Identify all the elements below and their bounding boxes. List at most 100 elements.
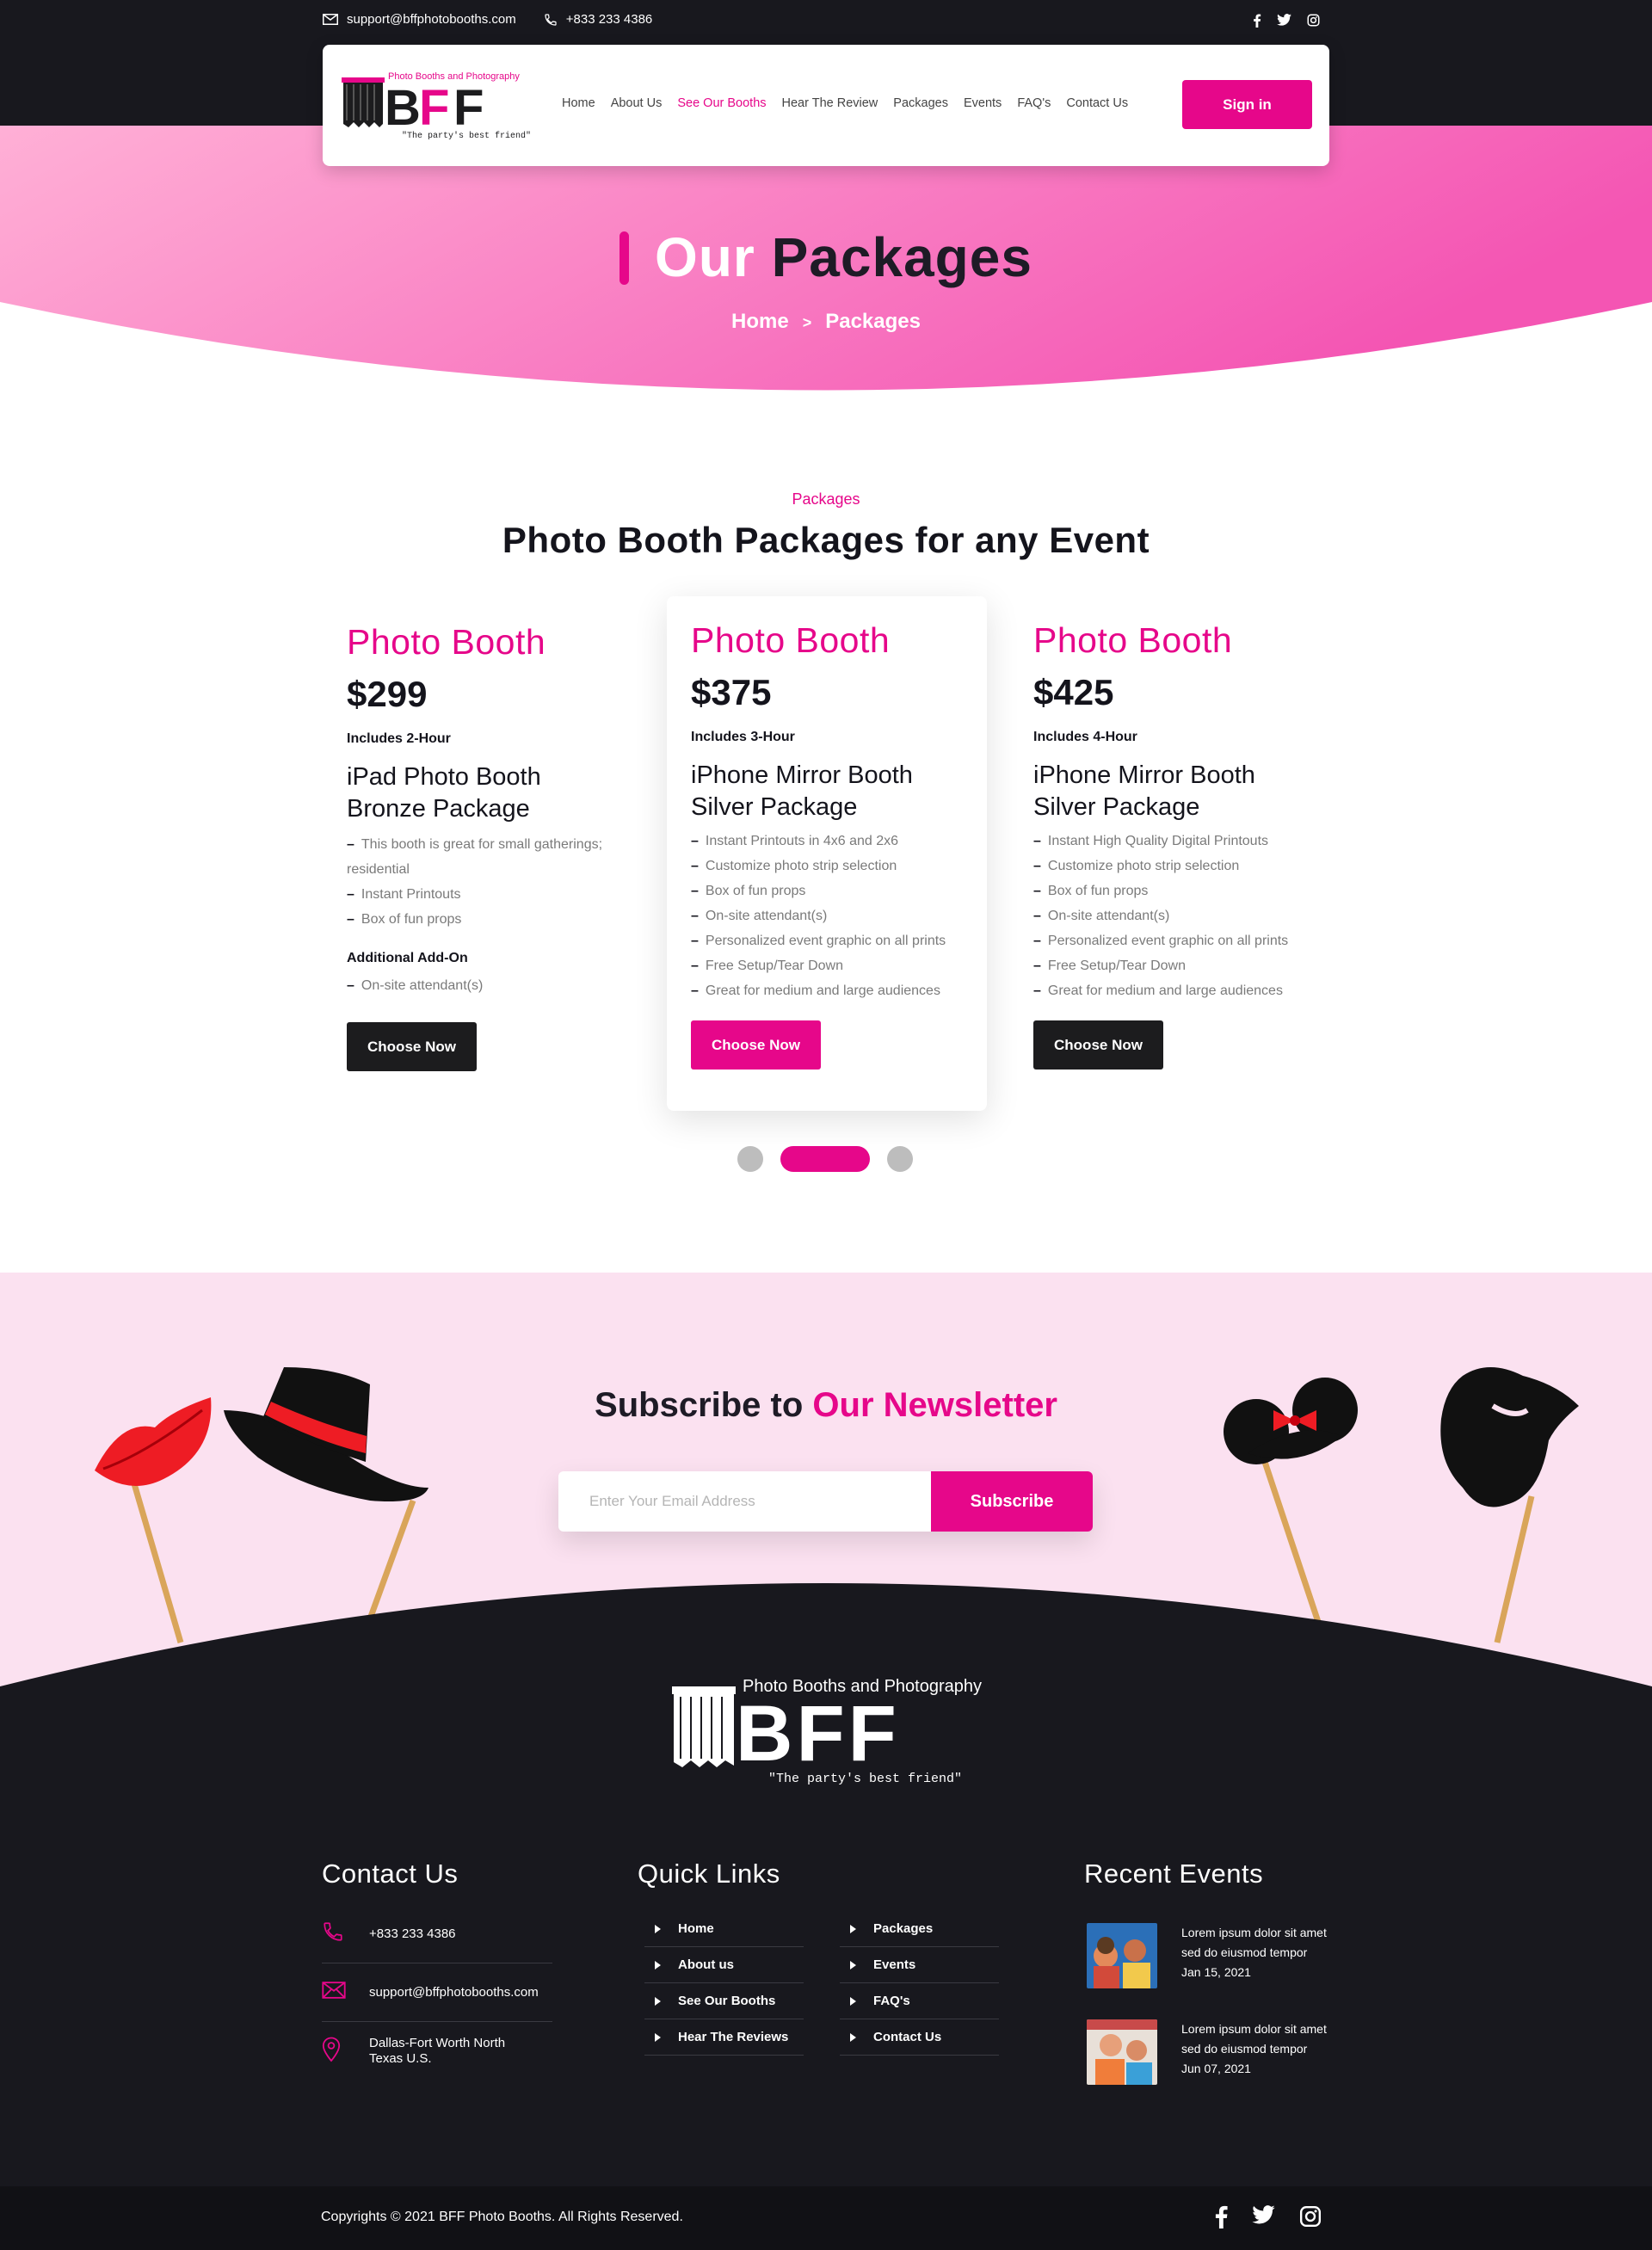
svg-text:BFF: BFF xyxy=(736,1690,900,1778)
package-includes: Includes 3-Hour xyxy=(691,730,795,744)
footer-link-contact-us[interactable]: Contact Us xyxy=(840,2019,999,2056)
page-title-word2: Packages xyxy=(771,226,1032,288)
package-name-line1: iPad Photo Booth xyxy=(347,763,541,791)
package-includes: Includes 2-Hour xyxy=(347,731,451,746)
event-title-line1: Lorem ipsum dolor sit amet xyxy=(1181,1926,1327,1939)
choose-now-button[interactable]: Choose Now xyxy=(691,1020,821,1070)
package-name-line2: Silver Package xyxy=(1033,793,1200,821)
recent-event-item[interactable]: Lorem ipsum dolor sit amet sed do eiusmo… xyxy=(1087,1923,1336,1988)
breadcrumb-home[interactable]: Home xyxy=(731,310,789,333)
footer-link-faqs[interactable]: FAQ's xyxy=(840,1983,999,2019)
twitter-icon[interactable] xyxy=(1252,2205,1275,2224)
footer-email[interactable]: support@bffphotobooths.com xyxy=(322,1963,552,2022)
main-navbar: Photo Booths and Photography B F F "The … xyxy=(323,45,1329,166)
breadcrumb-current: Packages xyxy=(825,310,921,333)
top-email-text: support@bffphotobooths.com xyxy=(347,12,516,27)
package-card-silver-3h: Photo Booth $375 Includes 3-Hour iPhone … xyxy=(667,596,987,1111)
subscribe-button[interactable]: Subscribe xyxy=(931,1471,1093,1532)
nav-item-events[interactable]: Events xyxy=(964,96,1002,110)
feature-item: Great for medium and large audiences xyxy=(691,978,983,1003)
nav-item-contact-us[interactable]: Contact Us xyxy=(1066,96,1128,110)
feature-item: Instant Printouts xyxy=(347,882,639,907)
nav-item-about-us[interactable]: About Us xyxy=(611,96,663,110)
event-date: Jan 15, 2021 xyxy=(1181,1965,1251,1979)
nav-item-see-our-booths[interactable]: See Our Booths xyxy=(677,96,766,110)
nav-item-home[interactable]: Home xyxy=(562,96,595,110)
package-title: Photo Booth xyxy=(691,620,891,660)
package-price: $299 xyxy=(347,674,428,714)
logo-tagline-bottom: "The party's best friend" xyxy=(402,131,531,141)
carousel-dot-1[interactable] xyxy=(737,1146,763,1172)
mail-icon xyxy=(322,1982,346,1999)
package-features: Instant High Quality Digital Printouts C… xyxy=(1033,829,1326,1003)
footer-link-label: Contact Us xyxy=(873,2030,942,2044)
facebook-icon[interactable] xyxy=(1215,2205,1228,2228)
feature-item: Box of fun props xyxy=(347,907,639,932)
feature-item: Free Setup/Tear Down xyxy=(691,953,983,978)
newsletter-form: Subscribe xyxy=(558,1471,1093,1532)
feature-item: Customize photo strip selection xyxy=(1033,854,1326,878)
section-title: Photo Booth Packages for any Event xyxy=(502,520,1150,560)
feature-item: Box of fun props xyxy=(691,878,983,903)
footer-link-see-our-booths[interactable]: See Our Booths xyxy=(644,1983,804,2019)
footer-phone-text: +833 233 4386 xyxy=(369,1926,456,1941)
footer: Photo Booths and Photography BFF "The pa… xyxy=(0,1575,1652,2250)
nav-item-hear-the-review[interactable]: Hear The Review xyxy=(782,96,878,110)
newsletter-email-input[interactable] xyxy=(558,1471,931,1532)
phone-icon xyxy=(324,1922,342,1941)
choose-now-button[interactable]: Choose Now xyxy=(347,1022,477,1071)
nav-item-faqs[interactable]: FAQ's xyxy=(1017,96,1051,110)
caret-right-icon xyxy=(655,2032,661,2042)
recent-event-item[interactable]: Lorem ipsum dolor sit amet sed do eiusmo… xyxy=(1087,2019,1336,2085)
top-email[interactable]: support@bffphotobooths.com xyxy=(323,12,516,27)
footer-link-events[interactable]: Events xyxy=(840,1947,999,1983)
feature-item: This booth is great for small gatherings… xyxy=(347,832,639,882)
footer-link-packages[interactable]: Packages xyxy=(840,1911,999,1947)
newsletter-title: Subscribe to Our Newsletter xyxy=(0,1386,1652,1425)
top-phone-text: +833 233 4386 xyxy=(565,12,653,27)
footer-email-text: support@bffphotobooths.com xyxy=(369,1984,539,2000)
logo-text-b: B xyxy=(385,80,422,136)
package-title: Photo Booth xyxy=(1033,620,1233,660)
feature-item: Free Setup/Tear Down xyxy=(1033,953,1326,978)
footer-address-line2: Texas U.S. xyxy=(369,2051,432,2066)
booth-curtain-icon xyxy=(672,1686,736,1767)
top-phone[interactable]: +833 233 4386 xyxy=(544,12,653,27)
bff-logo[interactable]: Photo Booths and Photography B F F "The … xyxy=(340,69,536,142)
copyright-bar: Copyrights © 2021 BFF Photo Booths. All … xyxy=(0,2186,1652,2250)
facebook-icon[interactable] xyxy=(1253,14,1261,28)
footer-phone[interactable]: +833 233 4386 xyxy=(322,1905,552,1963)
footer-link-label: Packages xyxy=(873,1921,934,1936)
footer-link-home[interactable]: Home xyxy=(644,1911,804,1947)
carousel-dot-3[interactable] xyxy=(887,1146,913,1172)
footer-link-hear-the-reviews[interactable]: Hear The Reviews xyxy=(644,2019,804,2056)
choose-now-button[interactable]: Choose Now xyxy=(1033,1020,1163,1070)
instagram-icon[interactable] xyxy=(1307,14,1320,27)
package-price: $425 xyxy=(1033,672,1114,712)
footer-link-label: Hear The Reviews xyxy=(678,2030,789,2044)
package-name-line2: Bronze Package xyxy=(347,795,530,823)
twitter-icon[interactable] xyxy=(1277,14,1291,26)
package-features: Instant Printouts in 4x6 and 2x6 Customi… xyxy=(691,829,983,1003)
package-name: iPhone Mirror Booth Silver Package xyxy=(691,760,983,823)
package-title: Photo Booth xyxy=(347,622,546,662)
carousel-dot-2-active[interactable] xyxy=(780,1146,870,1172)
footer-links-col1: Home About us See Our Booths Hear The Re… xyxy=(644,1911,804,2056)
package-name: iPhone Mirror Booth Silver Package xyxy=(1033,760,1326,823)
footer-quick-links-title: Quick Links xyxy=(638,1859,780,1889)
footer-contact-title: Contact Us xyxy=(322,1859,459,1889)
package-price: $375 xyxy=(691,672,772,712)
event-photo-thumbnail xyxy=(1087,1923,1157,1988)
nav-item-packages[interactable]: Packages xyxy=(893,96,948,110)
footer-social-links xyxy=(1215,2205,1322,2228)
logo-text-f1: F xyxy=(419,80,451,136)
phone-icon xyxy=(545,13,557,26)
event-photo-thumbnail xyxy=(1087,2019,1157,2085)
sign-in-button[interactable]: Sign in xyxy=(1182,80,1312,129)
footer-logo-tagline-bottom: "The party's best friend" xyxy=(768,1772,962,1786)
instagram-icon[interactable] xyxy=(1299,2205,1322,2228)
addon-title: Additional Add-On xyxy=(347,951,468,965)
footer-link-about-us[interactable]: About us xyxy=(644,1947,804,1983)
feature-item: Box of fun props xyxy=(1033,878,1326,903)
footer-bff-logo[interactable]: Photo Booths and Photography BFF "The pa… xyxy=(667,1676,985,1788)
